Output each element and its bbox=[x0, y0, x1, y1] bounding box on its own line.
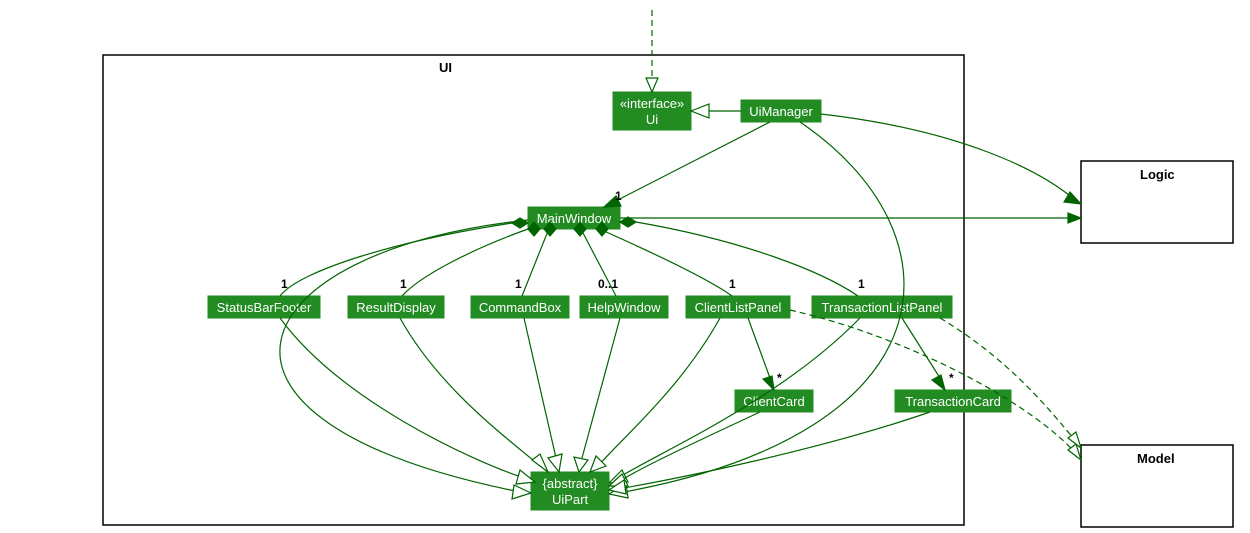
ui-part-stereotype: {abstract} bbox=[543, 476, 599, 491]
uml-diagram: UI Logic Model «interface» Ui UiManager … bbox=[0, 0, 1250, 533]
class-ui-interface: «interface» Ui bbox=[613, 92, 691, 130]
class-client-list-panel: ClientListPanel bbox=[686, 296, 790, 318]
mult-transactioncard: * bbox=[949, 371, 954, 385]
package-ui-label: UI bbox=[439, 60, 452, 75]
class-command-box: CommandBox bbox=[471, 296, 569, 318]
class-ui-manager: UiManager bbox=[741, 100, 821, 122]
transaction-card-label: TransactionCard bbox=[905, 394, 1001, 409]
package-model-label: Model bbox=[1137, 451, 1175, 466]
class-help-window: HelpWindow bbox=[580, 296, 668, 318]
mult-mainwindow: 1 bbox=[615, 189, 622, 203]
class-transaction-list-panel: TransactionListPanel bbox=[812, 296, 952, 318]
mult-helpwindow: 0..1 bbox=[598, 277, 618, 291]
client-list-panel-label: ClientListPanel bbox=[695, 300, 782, 315]
package-model: Model bbox=[1081, 445, 1233, 527]
edge-external-to-ui bbox=[646, 10, 658, 92]
class-transaction-card: TransactionCard bbox=[895, 390, 1011, 412]
transaction-list-panel-label: TransactionListPanel bbox=[822, 300, 943, 315]
mult-transactionlist: 1 bbox=[858, 277, 865, 291]
mult-clientlist: 1 bbox=[729, 277, 736, 291]
command-box-label: CommandBox bbox=[479, 300, 562, 315]
help-window-label: HelpWindow bbox=[588, 300, 662, 315]
package-logic-label: Logic bbox=[1140, 167, 1175, 182]
package-logic: Logic bbox=[1081, 161, 1233, 243]
mult-statusbar: 1 bbox=[281, 277, 288, 291]
class-result-display: ResultDisplay bbox=[348, 296, 444, 318]
class-status-bar: StatusBarFooter bbox=[208, 296, 320, 318]
class-main-window: MainWindow bbox=[528, 207, 620, 229]
ui-interface-name: Ui bbox=[646, 112, 658, 127]
ui-interface-stereotype: «interface» bbox=[620, 96, 684, 111]
package-ui: UI bbox=[103, 55, 964, 525]
ui-manager-label: UiManager bbox=[749, 104, 813, 119]
class-client-card: ClientCard bbox=[735, 390, 813, 412]
mult-resultdisplay: 1 bbox=[400, 277, 407, 291]
class-ui-part: {abstract} UiPart bbox=[531, 472, 609, 510]
ui-part-name: UiPart bbox=[552, 492, 589, 507]
mult-commandbox: 1 bbox=[515, 277, 522, 291]
result-display-label: ResultDisplay bbox=[356, 300, 436, 315]
